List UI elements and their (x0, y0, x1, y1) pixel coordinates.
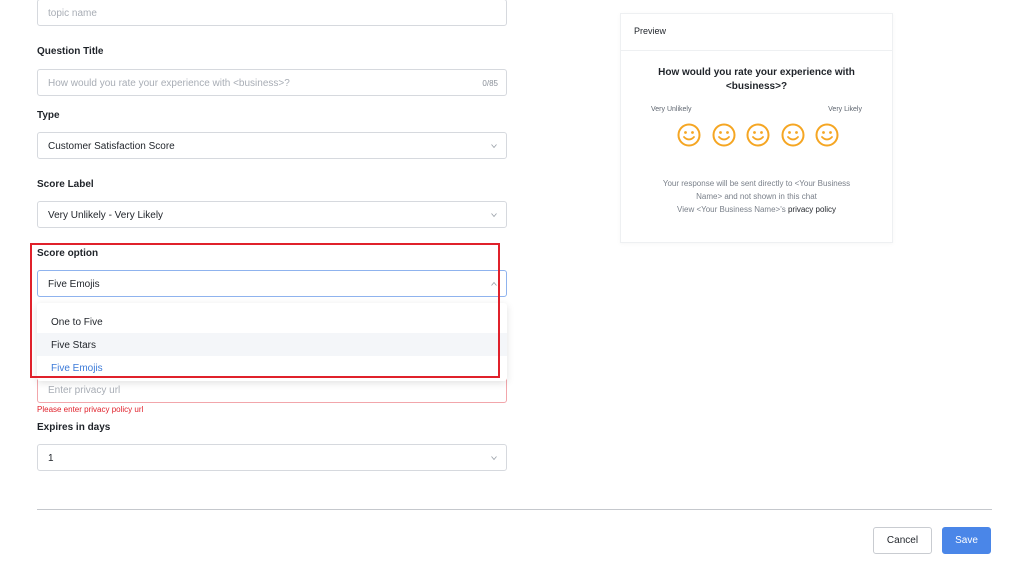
smiley-face-icon[interactable] (745, 122, 771, 148)
smiley-face-icon[interactable] (780, 122, 806, 148)
scale-high-label: Very Likely (828, 106, 862, 113)
type-select[interactable]: Customer Satisfaction Score (37, 132, 507, 159)
cancel-button[interactable]: Cancel (873, 527, 932, 554)
topic-name-placeholder: topic name (48, 8, 97, 19)
score-option-label: Score option (37, 248, 99, 259)
type-label: Type (37, 110, 60, 121)
expires-select[interactable]: 1 (37, 444, 507, 471)
smiley-face-icon[interactable] (676, 122, 702, 148)
expires-label: Expires in days (37, 422, 111, 433)
preview-question-line2: <business>? (725, 81, 788, 92)
dropdown-option-five-emojis[interactable]: Five Emojis (37, 356, 507, 379)
question-title-counter: 0/85 (482, 79, 498, 88)
footer-divider (37, 509, 992, 510)
smiley-face-icon[interactable] (814, 122, 840, 148)
preview-footer-line3: View <Your Business Name>'s privacy poli… (637, 203, 876, 216)
smiley-face-icon[interactable] (711, 122, 737, 148)
question-title-input[interactable]: How would you rate your experience with … (37, 69, 507, 96)
chevron-down-icon (491, 144, 497, 149)
preview-footer-line1: Your response will be sent directly to <… (662, 179, 851, 188)
dropdown-option-five-stars[interactable]: Five Stars (37, 333, 507, 356)
save-button[interactable]: Save (942, 527, 991, 554)
dropdown-option-one-to-five[interactable]: One to Five (37, 310, 507, 333)
type-select-value: Customer Satisfaction Score (48, 141, 175, 152)
preview-footer-line2: Name> and not shown in this chat (696, 192, 817, 201)
preview-question: How would you rate your experience with … (641, 66, 872, 94)
score-option-select[interactable]: Five Emojis (37, 270, 507, 297)
score-label-label: Score Label (37, 179, 94, 190)
scale-low-label: Very Unlikely (651, 106, 692, 113)
privacy-policy-link[interactable]: privacy policy (788, 205, 836, 214)
score-option-dropdown: One to Five Five Stars Five Emojis (37, 303, 507, 381)
emoji-rating-row (676, 122, 840, 148)
preview-footer-prefix: View <Your Business Name>'s (677, 205, 788, 214)
privacy-url-error: Please enter privacy policy url (37, 405, 144, 414)
score-label-select[interactable]: Very Unlikely - Very Likely (37, 201, 507, 228)
preview-panel: Preview How would you rate your experien… (620, 13, 893, 243)
preview-header: Preview (621, 14, 892, 51)
preview-question-line1: How would you rate your experience with (658, 67, 855, 78)
question-title-placeholder: How would you rate your experience with … (48, 78, 290, 89)
chevron-up-icon (491, 281, 497, 286)
preview-footer: Your response will be sent directly to <… (637, 177, 876, 216)
question-title-label: Question Title (37, 46, 104, 57)
score-label-select-value: Very Unlikely - Very Likely (48, 210, 164, 221)
privacy-url-placeholder: Enter privacy url (48, 385, 121, 396)
topic-name-input[interactable]: topic name (37, 0, 507, 26)
expires-select-value: 1 (48, 453, 54, 464)
score-option-select-value: Five Emojis (48, 279, 100, 290)
chevron-down-icon (491, 456, 497, 461)
preview-title: Preview (634, 26, 667, 36)
chevron-down-icon (491, 213, 497, 218)
